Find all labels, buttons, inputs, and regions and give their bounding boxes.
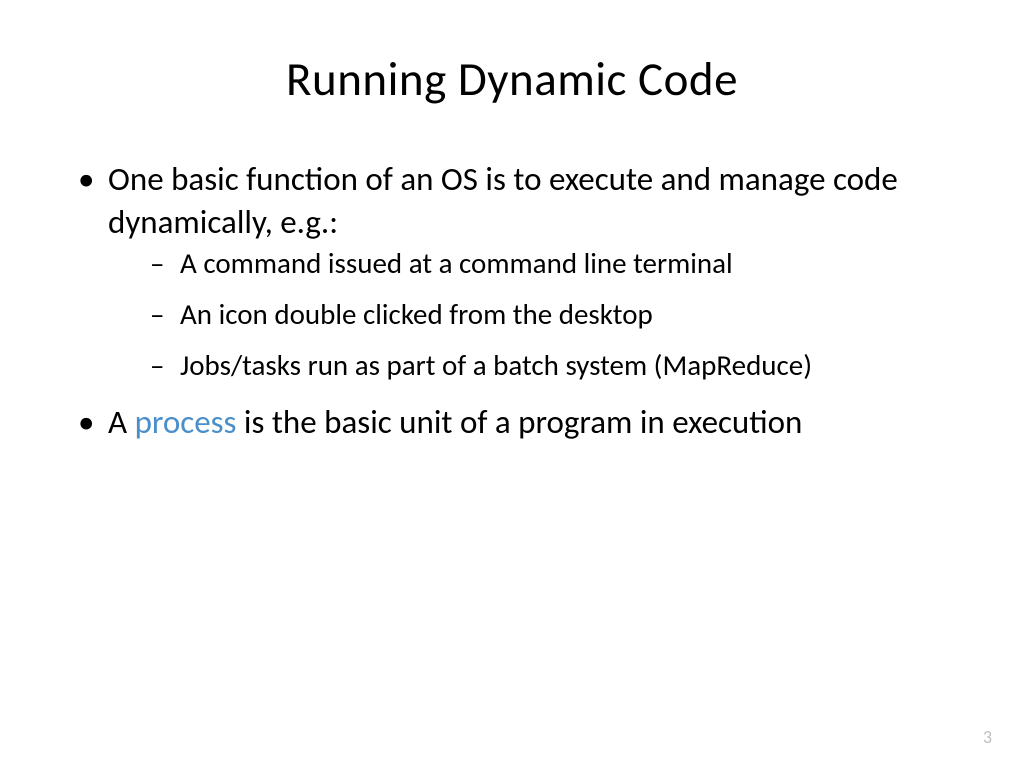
bullet-list: One basic function of an OS is to execut…: [70, 158, 954, 444]
slide-content: One basic function of an OS is to execut…: [70, 158, 954, 444]
page-number: 3: [983, 726, 992, 748]
sub-bullet-list: A command issued at a command line termi…: [108, 244, 954, 385]
bullet-text-post: is the basic unit of a program in execut…: [236, 402, 802, 442]
slide-title: Running Dynamic Code: [70, 50, 954, 108]
slide: Running Dynamic Code One basic function …: [0, 0, 1024, 768]
bullet-text-pre: A: [108, 402, 135, 442]
highlight-term: process: [135, 402, 237, 442]
bullet-text: One basic function of an OS is to execut…: [108, 159, 898, 242]
bullet-item: A process is the basic unit of a program…: [70, 401, 954, 444]
sub-bullet-item: Jobs/tasks run as part of a batch system…: [108, 346, 954, 385]
sub-bullet-item: An icon double clicked from the desktop: [108, 295, 954, 334]
bullet-item: One basic function of an OS is to execut…: [70, 158, 954, 385]
sub-bullet-item: A command issued at a command line termi…: [108, 244, 954, 283]
